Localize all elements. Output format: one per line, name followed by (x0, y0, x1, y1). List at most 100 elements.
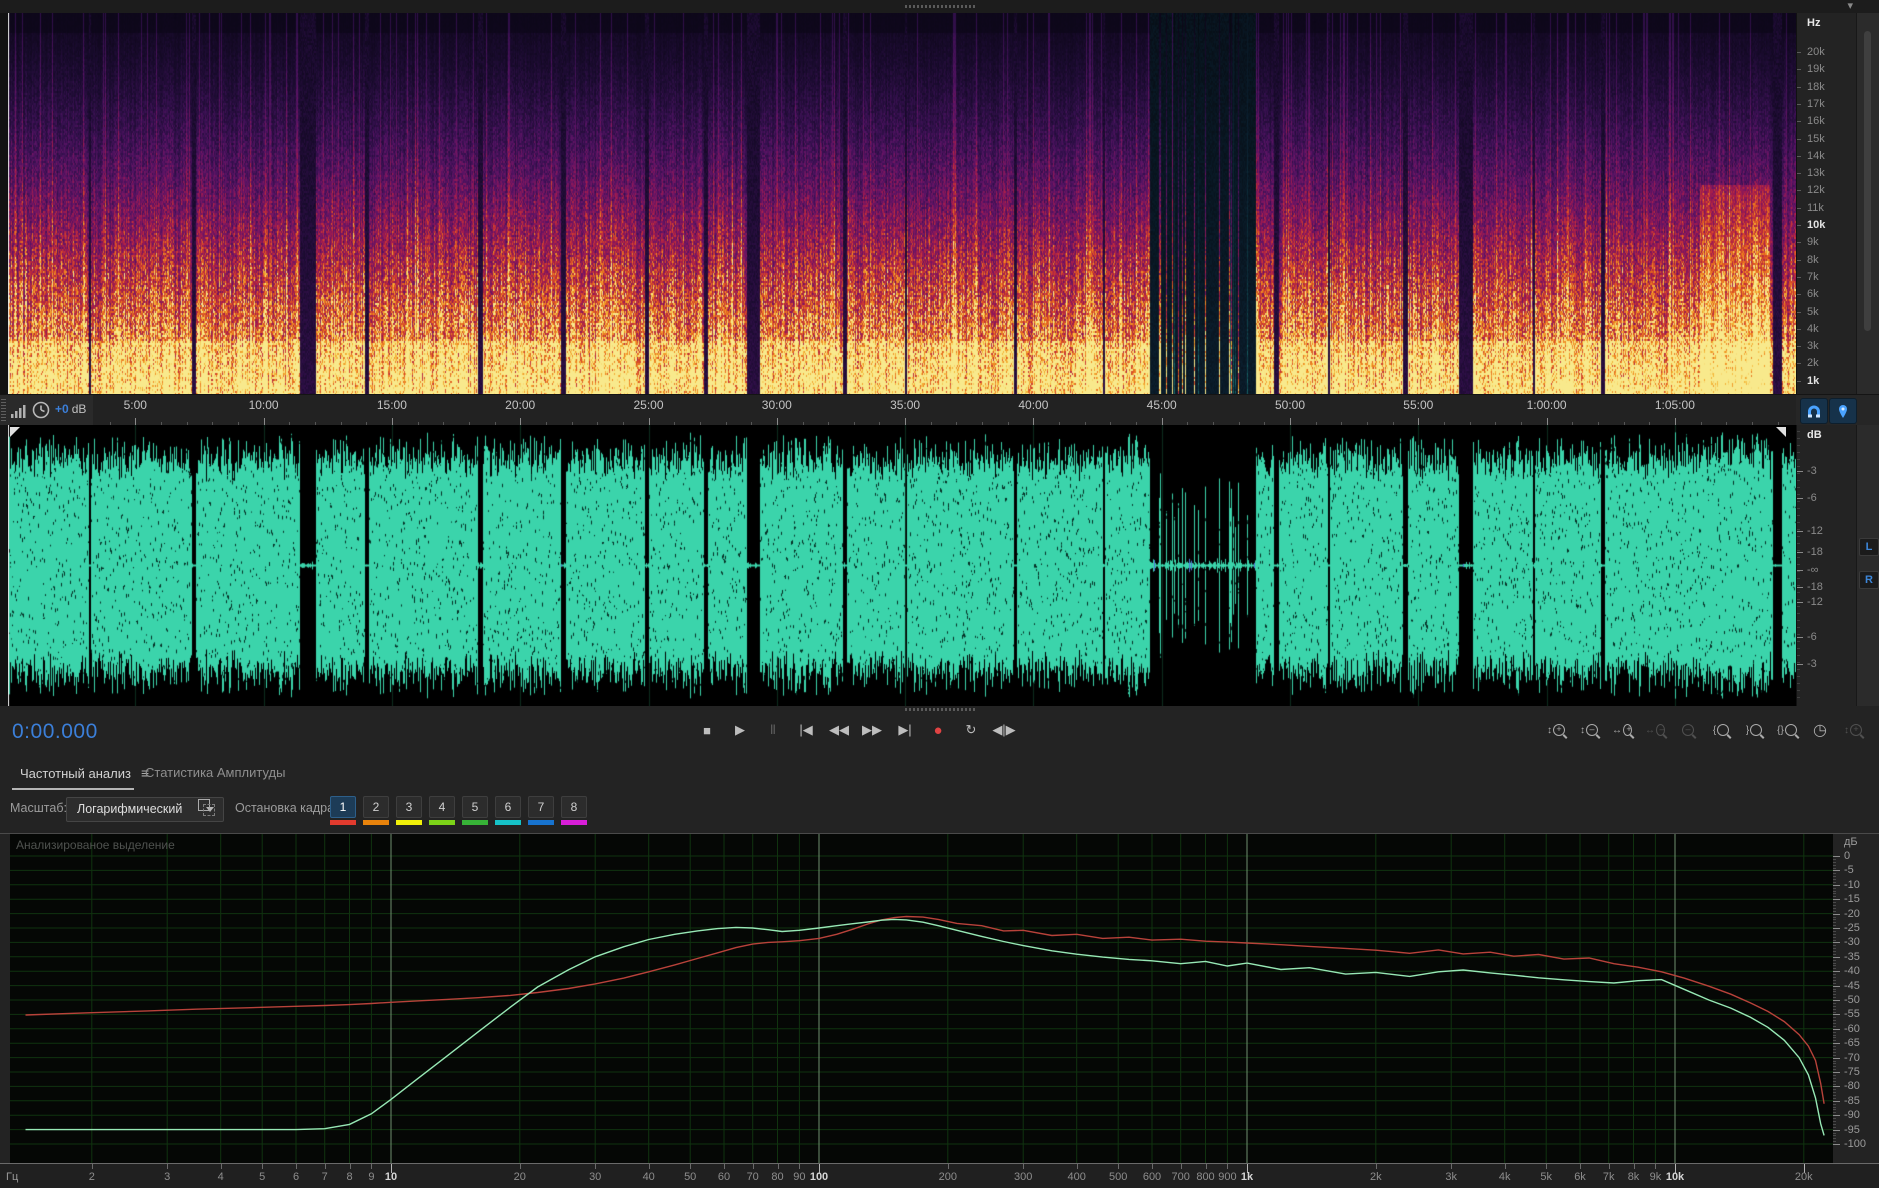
hold-button-1[interactable]: 1 (330, 796, 356, 825)
plot-frequency-tick (1505, 1164, 1506, 1169)
frequency-axis-tick (1797, 190, 1801, 191)
plot-db-tick (1833, 1118, 1836, 1119)
zoom-out-amplitude-button[interactable]: ↕– (1579, 718, 1599, 742)
playhead-time-display[interactable]: 0:00.000 (12, 720, 98, 744)
zoom-to-out-point-button[interactable]: } (1744, 718, 1764, 742)
scrollbar-handle[interactable] (1864, 31, 1871, 331)
zoom-to-in-point-button[interactable]: { (1711, 718, 1731, 742)
amplitude-axis-tick (1797, 531, 1803, 532)
plot-db-label: -5 (1844, 864, 1854, 876)
amplitude-axis-minor-tick (1797, 641, 1800, 642)
time-ruler[interactable]: 5:0010:0015:0020:0025:0030:0035:0040:004… (93, 395, 1796, 426)
waveform-display[interactable] (8, 425, 1796, 706)
divider-grip[interactable] (905, 708, 975, 711)
pin-icon (1837, 404, 1849, 419)
zoom-in-amplitude-button[interactable]: ↕+ (1546, 718, 1566, 742)
hold-color-swatch (363, 820, 389, 825)
channel-badge-l[interactable]: L (1859, 538, 1879, 556)
channel-badge-r[interactable]: R (1859, 571, 1879, 589)
toolbar-grip[interactable] (1, 399, 6, 421)
plot-db-tick (1833, 899, 1840, 900)
frequency-axis-tick (1797, 52, 1801, 53)
amplitude-axis-minor-tick (1797, 662, 1800, 663)
hold-button-5[interactable]: 5 (462, 796, 488, 825)
stop-button[interactable]: ■ (695, 718, 719, 742)
plot-db-tick (1833, 1089, 1836, 1090)
plot-db-label: -50 (1844, 994, 1860, 1006)
fast-forward-button[interactable]: ▶▶ (860, 718, 884, 742)
fade-in-handle[interactable] (10, 427, 20, 437)
plot-frequency-label: 8k (1628, 1171, 1640, 1183)
timer-icon: ◷ (1813, 720, 1827, 740)
zoom-modifier-glyph: ↔ (1612, 725, 1622, 736)
plot-frequency-label: 60 (718, 1171, 730, 1183)
hold-frame-buttons: 12345678 (330, 796, 587, 825)
amplitude-axis-minor-tick (1797, 669, 1800, 670)
hold-button-3[interactable]: 3 (396, 796, 422, 825)
plot-db-tick (1833, 1066, 1836, 1067)
spectrogram-display[interactable] (8, 13, 1796, 394)
ruler-time-label: 20:00 (505, 398, 535, 412)
tab-frequency-analysis[interactable]: Частотный анализ≡ (20, 765, 149, 781)
clock-icon[interactable] (31, 400, 51, 420)
levels-icon[interactable] (11, 404, 27, 418)
plot-db-tick (1833, 1095, 1836, 1096)
zoom-to-selection-button[interactable]: {} (1777, 718, 1797, 742)
zoom-reset-button[interactable]: – (1678, 718, 1698, 742)
plot-db-tick (1833, 893, 1836, 894)
hold-button-2[interactable]: 2 (363, 796, 389, 825)
plot-db-tick (1833, 1109, 1836, 1110)
spectrogram-scrollbar[interactable] (1856, 13, 1879, 394)
hold-button-number: 3 (396, 796, 422, 818)
tab-amplitude-statistics[interactable]: Статистика Амплитуды (145, 765, 285, 780)
marker-button[interactable] (1829, 398, 1857, 424)
zoom-out-time-button[interactable]: ↔– (1645, 718, 1665, 742)
snap-magnet-button[interactable] (1800, 398, 1828, 424)
copy-snapshot-button[interactable] (198, 799, 215, 816)
frequency-analysis-plot[interactable]: Анализированое выделение (10, 834, 1833, 1164)
amplitude-axis-label: -3 (1807, 658, 1817, 670)
rewind-button[interactable]: ◀◀ (827, 718, 851, 742)
hold-button-8[interactable]: 8 (561, 796, 587, 825)
record-button[interactable]: ● (926, 718, 950, 742)
frequency-plot-svg (10, 834, 1833, 1164)
plot-frequency-label: 5k (1540, 1171, 1552, 1183)
plot-db-tick (1833, 1098, 1836, 1099)
skip-to-start-button[interactable]: |◀ (794, 718, 818, 742)
amplitude-axis-label: -18 (1807, 546, 1823, 558)
plot-db-tick (1833, 1138, 1836, 1139)
hold-button-4[interactable]: 4 (429, 796, 455, 825)
refresh-timer-button[interactable]: ◷ (1810, 718, 1830, 742)
frequency-axis-label: 17k (1807, 98, 1825, 110)
gain-value: +0 (55, 402, 69, 416)
zoom-vertical-button[interactable]: ↕+ (1843, 718, 1863, 742)
plot-frequency-tick (1152, 1164, 1153, 1169)
fade-out-handle[interactable] (1776, 427, 1786, 437)
hold-button-7[interactable]: 7 (528, 796, 554, 825)
skip-selection-button[interactable]: ◀|▶ (992, 718, 1016, 742)
amplitude-axis-minor-tick (1797, 438, 1800, 439)
panel-drag-grip[interactable] (905, 5, 975, 8)
plot-frequency-axis-unit: Гц (6, 1171, 18, 1183)
loop-playback-button[interactable]: ↻ (959, 718, 983, 742)
amplitude-axis-minor-tick (1797, 459, 1800, 460)
panel-menu-icon[interactable]: ▾ (1847, 0, 1853, 12)
skip-to-end-button[interactable]: ▶| (893, 718, 917, 742)
frequency-axis-tick (1797, 277, 1801, 278)
plot-db-tick (1833, 1049, 1836, 1050)
zoom-modifier-glyph: } (1746, 725, 1749, 736)
plot-frequency-tick (167, 1164, 168, 1169)
frequency-axis-label: 5k (1807, 306, 1819, 318)
amplitude-axis-tick (1797, 587, 1803, 588)
plot-db-tick (1833, 1127, 1836, 1128)
zoom-in-time-button[interactable]: ↔+ (1612, 718, 1632, 742)
amplitude-axis-title: dB (1807, 429, 1822, 441)
ruler-time-label: 25:00 (633, 398, 663, 412)
plot-frequency-label: 30 (589, 1171, 601, 1183)
ruler-time-label: 35:00 (890, 398, 920, 412)
pause-button[interactable]: Ⅱ (761, 718, 785, 742)
play-button[interactable]: ▶ (728, 718, 752, 742)
hold-button-6[interactable]: 6 (495, 796, 521, 825)
gain-indicator[interactable]: +0dB (55, 402, 86, 416)
waveform-scrollbar[interactable]: LR (1856, 425, 1879, 706)
